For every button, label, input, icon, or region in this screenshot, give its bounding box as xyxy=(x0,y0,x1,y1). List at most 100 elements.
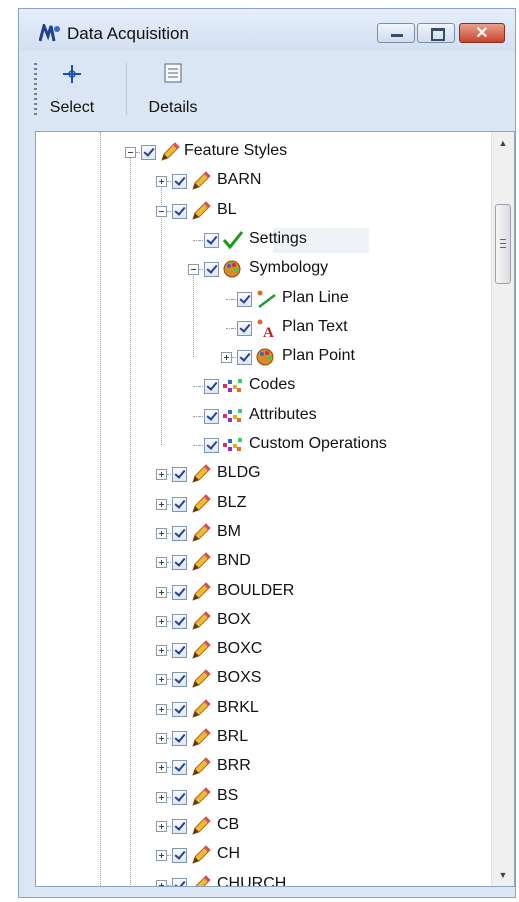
collapse-icon[interactable] xyxy=(188,264,199,276)
item-checkbox[interactable] xyxy=(172,496,187,512)
feature-tree: Feature Styles BARN BL Settings Symbology Pla… xyxy=(35,131,515,887)
pencil-icon xyxy=(192,757,211,777)
item-checkbox[interactable] xyxy=(172,731,187,746)
tree-item-codes[interactable]: Codes xyxy=(249,376,295,394)
tree-item-feature[interactable]: BARN xyxy=(217,171,261,189)
details-label: Details xyxy=(148,99,198,116)
expand-icon[interactable] xyxy=(156,820,167,832)
tree-item-feature[interactable]: BND xyxy=(217,552,251,570)
item-checkbox[interactable] xyxy=(172,877,187,886)
data-acquisition-icon xyxy=(39,24,60,42)
item-checkbox[interactable] xyxy=(237,350,252,366)
expand-icon[interactable] xyxy=(156,674,167,686)
tree-item-plan-line[interactable]: Plan Line xyxy=(282,289,349,307)
scroll-down-arrow-icon[interactable]: ▼ xyxy=(492,870,514,880)
tree-item-feature[interactable]: CH xyxy=(217,845,240,863)
item-checkbox[interactable] xyxy=(204,408,219,424)
maximize-button[interactable] xyxy=(417,23,455,43)
item-checkbox[interactable] xyxy=(172,203,187,219)
expand-icon[interactable] xyxy=(156,733,167,744)
item-checkbox[interactable] xyxy=(204,438,219,453)
tree-item-attributes[interactable]: Attributes xyxy=(249,406,317,424)
expand-icon[interactable] xyxy=(156,645,167,657)
item-checkbox[interactable] xyxy=(172,643,187,659)
tree-item-feature[interactable]: BM xyxy=(217,523,241,541)
expand-icon[interactable] xyxy=(156,850,167,862)
tree-root-feature-styles[interactable]: Feature Styles xyxy=(184,142,287,160)
tree-item-feature[interactable]: BLZ xyxy=(217,494,246,512)
pencil-icon xyxy=(192,640,211,659)
title-bar[interactable]: Data Acquisition ✕ xyxy=(19,9,515,51)
close-button[interactable]: ✕ xyxy=(459,23,505,43)
item-checkbox[interactable] xyxy=(172,555,187,571)
tree-item-symbology[interactable]: Symbology xyxy=(249,259,328,277)
expand-icon[interactable] xyxy=(156,586,167,598)
tree-item-feature[interactable]: BOXC xyxy=(217,640,262,658)
pencil-icon xyxy=(192,698,211,718)
expand-icon[interactable] xyxy=(156,557,167,569)
tree-item-settings[interactable]: Settings xyxy=(249,230,307,248)
item-checkbox[interactable] xyxy=(172,613,187,629)
item-checkbox[interactable] xyxy=(204,379,219,395)
item-checkbox[interactable] xyxy=(172,818,187,834)
pencil-icon xyxy=(192,845,211,864)
expand-icon[interactable] xyxy=(156,762,167,774)
details-button[interactable]: Details xyxy=(131,59,215,119)
tree-item-feature[interactable]: BRR xyxy=(217,757,251,775)
expand-icon[interactable] xyxy=(156,176,167,188)
tree-item-feature[interactable]: BLDG xyxy=(217,464,261,482)
tree-guide-line xyxy=(100,132,101,886)
tree-item-feature[interactable]: BRL xyxy=(217,728,248,746)
pencil-icon xyxy=(192,493,211,513)
scrollbar-thumb[interactable] xyxy=(495,204,511,284)
scroll-up-arrow-icon[interactable]: ▲ xyxy=(492,138,514,148)
tree-item-feature[interactable]: BL xyxy=(217,201,237,219)
text-a-icon: A xyxy=(257,319,274,338)
tree-item-plan-point[interactable]: Plan Point xyxy=(282,347,355,365)
item-checkbox[interactable] xyxy=(172,848,187,864)
collapse-icon[interactable] xyxy=(125,147,136,158)
item-checkbox[interactable] xyxy=(237,291,252,307)
tree-item-feature[interactable]: BOX xyxy=(217,611,251,629)
toolbar-grip[interactable] xyxy=(34,63,37,115)
pencil-icon xyxy=(192,669,211,689)
item-checkbox[interactable] xyxy=(204,262,219,278)
window-title: Data Acquisition xyxy=(67,24,189,43)
minimize-button[interactable] xyxy=(377,23,415,43)
tree-item-feature[interactable]: BOXS xyxy=(217,669,261,687)
expand-icon[interactable] xyxy=(156,879,167,886)
tree-item-feature[interactable]: BOULDER xyxy=(217,582,294,600)
collapse-icon[interactable] xyxy=(156,205,167,217)
item-checkbox[interactable] xyxy=(172,789,187,805)
item-checkbox[interactable] xyxy=(237,320,252,336)
item-checkbox[interactable] xyxy=(172,174,187,190)
tree-item-feature[interactable]: CHURCH xyxy=(217,875,286,887)
tree-item-plan-text[interactable]: Plan Text xyxy=(282,318,348,336)
expand-icon[interactable] xyxy=(156,791,167,803)
tree-item-feature[interactable]: CB xyxy=(217,816,239,834)
tree-guide-line xyxy=(193,269,194,358)
pencil-icon xyxy=(192,786,211,806)
expand-icon[interactable] xyxy=(156,469,167,481)
item-checkbox[interactable] xyxy=(172,672,187,688)
tree-item-custom-operations[interactable]: Custom Operations xyxy=(249,435,387,453)
multicolor-icon xyxy=(223,379,242,393)
select-button[interactable]: Select xyxy=(39,59,105,119)
tree-item-feature[interactable]: BRKL xyxy=(217,699,259,717)
thumb-grip-icon xyxy=(500,239,506,248)
vertical-scrollbar[interactable]: ▲ ▼ xyxy=(491,132,514,886)
item-checkbox[interactable] xyxy=(172,525,187,541)
expand-icon[interactable] xyxy=(221,352,232,364)
expand-icon[interactable] xyxy=(156,527,167,539)
item-checkbox[interactable] xyxy=(172,701,187,717)
multicolor-icon xyxy=(223,438,242,451)
tree-item-feature[interactable]: BS xyxy=(217,787,238,805)
item-checkbox[interactable] xyxy=(172,467,187,483)
item-checkbox[interactable] xyxy=(204,232,219,248)
item-checkbox[interactable] xyxy=(172,584,187,600)
expand-icon[interactable] xyxy=(156,703,167,715)
item-checkbox[interactable] xyxy=(141,145,156,160)
expand-icon[interactable] xyxy=(156,498,167,510)
expand-icon[interactable] xyxy=(156,615,167,627)
item-checkbox[interactable] xyxy=(172,760,187,776)
